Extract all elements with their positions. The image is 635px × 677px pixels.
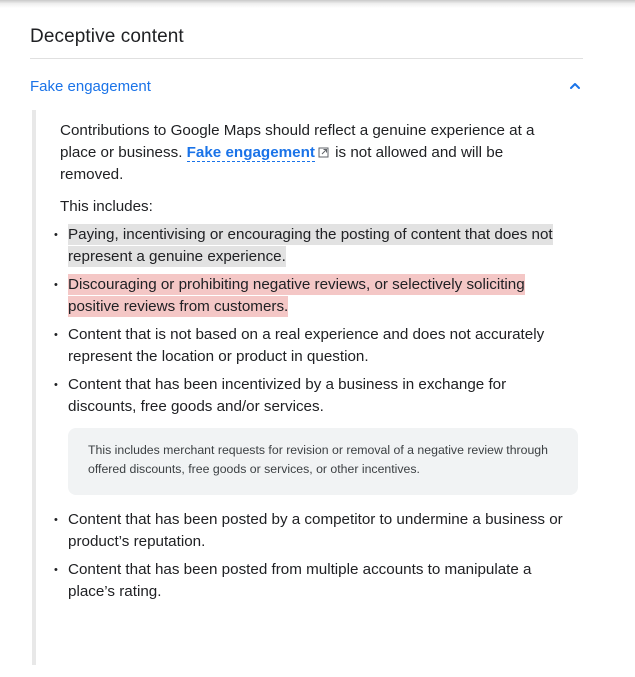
list-item: Discouraging or prohibiting negative rev…: [54, 274, 572, 318]
list-item-text: Content that has been incentivized by a …: [68, 376, 507, 415]
list-item: Content that has been incentivized by a …: [54, 374, 578, 495]
note-box: This includes merchant requests for revi…: [68, 428, 578, 495]
list-item: Content that has been posted from multip…: [54, 559, 572, 603]
section-title: Deceptive content: [30, 26, 184, 47]
accordion-header-fake-engagement[interactable]: Fake engagement: [30, 73, 583, 99]
intro-paragraph: Contributions to Google Maps should refl…: [60, 120, 565, 186]
accordion-title[interactable]: Fake engagement: [30, 78, 151, 95]
list-item-text: Content that has been posted by a compet…: [68, 511, 563, 550]
top-edge-shadow: [0, 0, 635, 8]
list-item-text: Discouraging or prohibiting negative rev…: [68, 274, 525, 317]
list-item-text: Paying, incentivising or encouraging the…: [68, 224, 553, 267]
accordion-body: Contributions to Google Maps should refl…: [32, 110, 578, 665]
section-divider: [30, 58, 583, 59]
list-item: Content that is not based on a real expe…: [54, 324, 572, 368]
rules-list: Paying, incentivising or encouraging the…: [54, 224, 578, 603]
policy-page: Deceptive content Fake engagement Contri…: [0, 0, 635, 677]
fake-engagement-link[interactable]: Fake engagement: [186, 144, 315, 162]
list-item: Paying, incentivising or encouraging the…: [54, 224, 572, 268]
external-link-icon: [318, 143, 329, 158]
list-item-text: Content that has been posted from multip…: [68, 561, 532, 600]
chevron-up-icon[interactable]: [567, 78, 583, 94]
list-item: Content that has been posted by a compet…: [54, 509, 572, 553]
includes-label: This includes:: [60, 198, 153, 215]
list-item-text: Content that is not based on a real expe…: [68, 326, 545, 365]
